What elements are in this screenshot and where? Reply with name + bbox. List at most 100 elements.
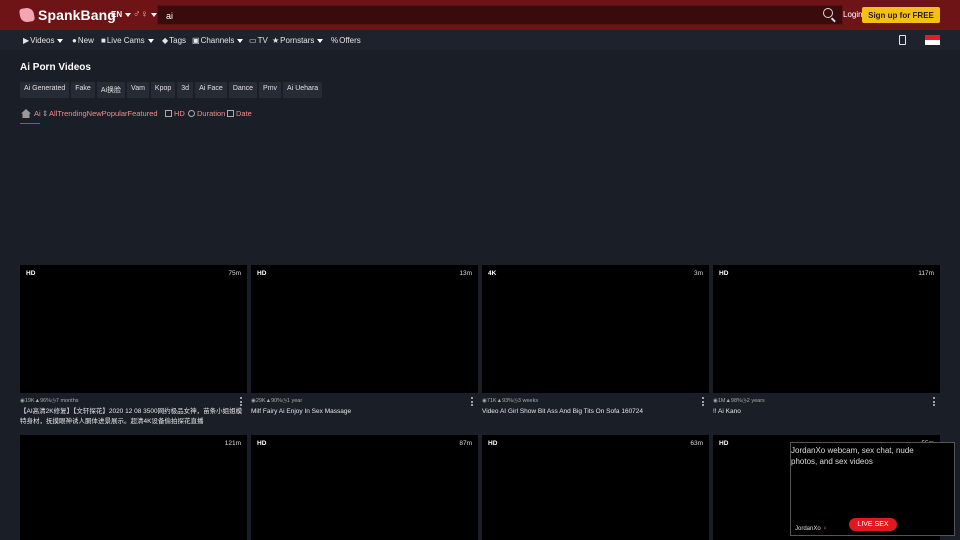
age: 2 years	[746, 398, 765, 404]
tag-chip[interactable]: Dance	[228, 82, 258, 98]
quality-badge: HD	[257, 270, 267, 277]
duration-label: 117m	[918, 270, 934, 277]
duration-label: 75m	[228, 270, 241, 277]
tag-chip[interactable]: 3d	[177, 82, 194, 98]
views: 19K	[24, 398, 35, 404]
more-options-icon[interactable]	[933, 397, 935, 406]
filter-duration-label: Duration	[197, 109, 226, 118]
quality-badge: HD	[26, 270, 36, 277]
views: 1M	[717, 398, 726, 404]
logo[interactable]: SpankBang	[18, 6, 116, 24]
sort-icon[interactable]: ⇕	[42, 109, 48, 118]
video-title[interactable]: 【AI高清2K修复】【文轩探花】2020 12 08 3500网约极品女神，苗条…	[20, 407, 247, 427]
nav-live-cams-label: Live Cams	[106, 36, 145, 45]
nav-pornstars[interactable]: ★Pornstars	[272, 36, 324, 45]
filter-hd-label: HD	[174, 109, 185, 118]
camera-icon: ■	[101, 36, 106, 45]
tag-chip[interactable]: Ai Generated	[20, 82, 70, 98]
nav-offers-label: Offers	[339, 36, 361, 45]
tag-chip[interactable]: Kpop	[150, 82, 176, 98]
video-thumbnail[interactable]: HD 13m	[251, 265, 478, 393]
duration-label: 63m	[690, 440, 703, 447]
more-options-icon[interactable]	[471, 397, 473, 406]
search-bar	[157, 5, 843, 25]
female-icon: ♀	[822, 526, 828, 532]
video-thumbnail[interactable]: HD 87m	[251, 435, 478, 540]
views: 71K	[486, 398, 497, 404]
rating: 90%	[271, 398, 283, 404]
filter-hd[interactable]: HD	[165, 109, 185, 118]
filter-date[interactable]: Date	[227, 109, 252, 118]
nav-videos[interactable]: ▶Videos	[23, 36, 64, 45]
nav-pornstars-label: Pornstars	[280, 36, 315, 45]
mobile-icon[interactable]	[899, 35, 906, 45]
more-options-icon[interactable]	[240, 397, 242, 406]
video-thumbnail[interactable]: HD 117m	[713, 265, 940, 393]
heart-logo-icon	[18, 6, 36, 24]
gender-filter-icon[interactable]: ♂♀	[133, 9, 148, 20]
video-thumbnail[interactable]: 121m	[20, 435, 247, 540]
nav-videos-label: Videos	[30, 36, 55, 45]
rating: 93%	[502, 398, 514, 404]
live-cam-username: JordanXo ♀	[795, 526, 827, 532]
tag-chip[interactable]: Fake	[71, 82, 95, 98]
home-icon[interactable]	[21, 109, 31, 118]
hd-icon	[165, 110, 172, 117]
main-nav: ▶Videos ●New ■Live Cams ◆Tags ▣Channels …	[0, 30, 960, 50]
views: 29K	[255, 398, 266, 404]
language-selector[interactable]: EN	[111, 10, 132, 19]
age: 3 weeks	[517, 398, 539, 404]
nav-channels[interactable]: ▣Channels	[192, 36, 244, 45]
filter-keyword[interactable]: Ai	[34, 109, 41, 118]
percent-icon: %	[331, 36, 339, 45]
more-options-icon[interactable]	[702, 397, 704, 406]
video-title[interactable]: Milf Fairy Ai Enjoy In Sex Massage	[251, 407, 478, 417]
page-title: Ai Porn Videos	[20, 62, 91, 73]
tag-chip[interactable]: Pmv	[259, 82, 282, 98]
clock-icon	[188, 110, 195, 117]
related-tags: Ai Generated Fake Ai换脸 Vam Kpop 3d Ai Fa…	[20, 82, 323, 98]
nav-channels-label: Channels	[200, 36, 235, 45]
channel-icon: ▣	[192, 36, 200, 45]
filter-date-label: Date	[236, 109, 252, 118]
login-link[interactable]: Login	[843, 10, 863, 19]
video-thumbnail[interactable]: HD 63m	[482, 435, 709, 540]
nav-tv[interactable]: ▭TV	[249, 36, 268, 45]
quality-badge: HD	[488, 440, 498, 447]
chevron-down-icon	[57, 38, 64, 43]
live-sex-button[interactable]: LIVE SEX	[849, 518, 897, 531]
chevron-down-icon	[317, 38, 324, 43]
quality-badge: HD	[719, 440, 729, 447]
search-input[interactable]	[158, 7, 798, 25]
nav-live-cams[interactable]: ■Live Cams	[101, 36, 154, 45]
filter-tabs[interactable]: AllTrendingNewPopularFeatured	[49, 109, 158, 118]
nav-offers[interactable]: %Offers	[331, 36, 361, 45]
signup-button[interactable]: Sign up for FREE	[862, 7, 940, 23]
chevron-down-icon	[147, 38, 154, 43]
live-cam-image-alt: JordanXo webcam, sex chat, nude photos, …	[791, 446, 914, 466]
search-icon[interactable]	[823, 8, 833, 18]
rating: 96%	[40, 398, 52, 404]
new-icon: ●	[72, 36, 77, 45]
video-thumbnail[interactable]: 4K 3m	[482, 265, 709, 393]
age: 7 months	[55, 398, 79, 404]
nav-tv-label: TV	[257, 36, 268, 45]
video-title[interactable]: !! Ai Kano	[713, 407, 940, 417]
nav-new[interactable]: ●New	[72, 36, 94, 45]
country-flag-icon[interactable]	[925, 35, 940, 45]
video-meta: ◉1M▲98%◷2 years	[713, 398, 765, 404]
nav-tags[interactable]: ◆Tags	[162, 36, 186, 45]
tag-icon: ◆	[162, 36, 169, 45]
tag-chip[interactable]: Ai Face	[195, 82, 227, 98]
tag-chip[interactable]: Vam	[127, 82, 149, 98]
video-meta: ◉29K▲90%◷1 year	[251, 398, 303, 404]
live-cam-popup[interactable]: JordanXo webcam, sex chat, nude photos, …	[790, 442, 955, 536]
rating: 98%	[730, 398, 742, 404]
filter-duration[interactable]: Duration	[188, 109, 225, 118]
quality-badge: 4K	[488, 270, 497, 277]
video-thumbnail[interactable]: HD 75m	[20, 265, 247, 393]
tag-chip[interactable]: Ai换脸	[96, 82, 126, 98]
video-title[interactable]: Video AI Girl Show Bit Ass And Big Tits …	[482, 407, 709, 417]
tag-chip[interactable]: Ai Uehara	[283, 82, 323, 98]
nav-tags-label: Tags	[169, 36, 187, 45]
